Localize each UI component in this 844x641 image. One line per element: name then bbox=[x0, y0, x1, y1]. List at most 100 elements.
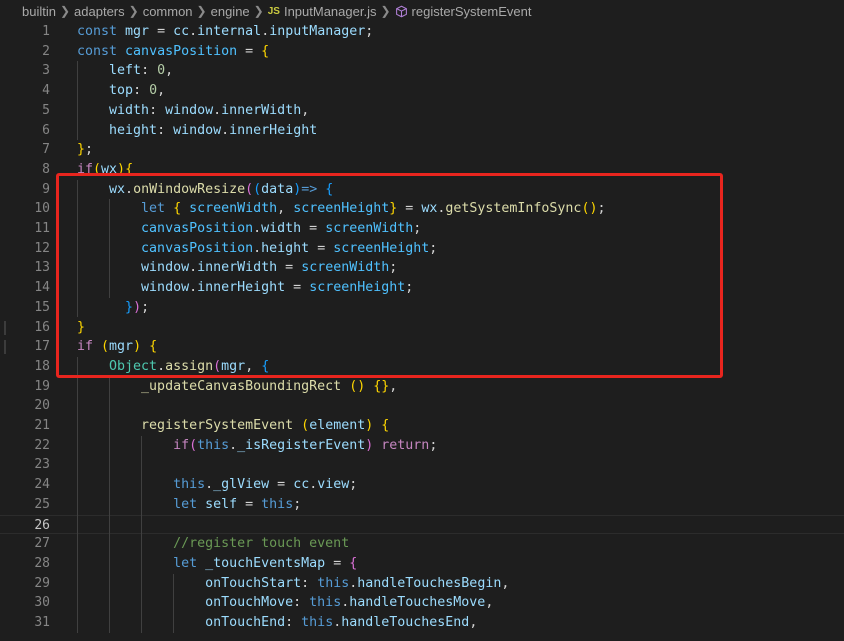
code-token: _glView bbox=[213, 477, 270, 493]
code-token: this bbox=[197, 437, 230, 453]
code-token: . bbox=[221, 122, 230, 138]
code-token: , bbox=[501, 575, 510, 591]
code-token: = bbox=[237, 43, 262, 59]
breadcrumb: builtin ❯ adapters ❯ common ❯ engine ❯ J… bbox=[0, 0, 844, 22]
code-line[interactable]: 22 if(this._isRegisterEvent) return; bbox=[0, 436, 844, 456]
code-line[interactable]: 5 width: window.innerWidth, bbox=[0, 101, 844, 121]
line-number: 3 bbox=[42, 63, 50, 79]
code-text[interactable]: if(this._isRegisterEvent) return; bbox=[77, 436, 437, 456]
line-number: 8 bbox=[42, 161, 50, 177]
code-token: this bbox=[301, 615, 334, 630]
code-text[interactable]: let self = this; bbox=[77, 495, 301, 515]
code-token: let bbox=[173, 496, 206, 512]
code-line[interactable]: 25 let self = this; bbox=[0, 495, 844, 515]
line-number: 10 bbox=[34, 201, 50, 217]
code-token: registerSystemEvent bbox=[141, 418, 294, 433]
code-line[interactable]: 4 top: 0, bbox=[0, 81, 844, 101]
code-token: : bbox=[133, 83, 150, 99]
code-token: : bbox=[285, 615, 302, 630]
code-text[interactable]: registerSystemEvent (element) { bbox=[77, 416, 389, 436]
code-line[interactable]: 20 bbox=[0, 396, 844, 416]
code-text[interactable]: width: window.innerWidth, bbox=[77, 101, 309, 121]
line-number: 2 bbox=[42, 43, 50, 59]
code-token: } bbox=[77, 142, 86, 158]
breadcrumb-item-engine[interactable]: engine bbox=[211, 4, 250, 19]
line-number: 19 bbox=[34, 378, 50, 394]
chevron-right-icon: ❯ bbox=[380, 4, 391, 18]
code-line[interactable]: 6 height: window.innerHeight bbox=[0, 121, 844, 141]
code-token: { bbox=[381, 418, 390, 433]
code-line[interactable]: 31 onTouchEnd: this.handleTouchesEnd, bbox=[0, 613, 844, 633]
code-text[interactable]: const canvasPosition = { bbox=[77, 42, 269, 62]
code-token: innerHeight bbox=[229, 122, 318, 138]
breadcrumb-item-file[interactable]: InputManager.js bbox=[284, 4, 377, 19]
code-token: let bbox=[173, 555, 206, 571]
code-token: handleTouchesEnd bbox=[341, 615, 470, 630]
code-token: this bbox=[317, 575, 350, 591]
code-editor[interactable]: 1 const mgr = cc.internal.inputManager; 2 c… bbox=[0, 22, 844, 641]
code-token: cc bbox=[293, 477, 310, 493]
code-token: : bbox=[149, 102, 166, 118]
code-token: if bbox=[173, 437, 190, 453]
breadcrumb-item-adapters[interactable]: adapters bbox=[74, 4, 125, 19]
code-line[interactable]: 19 _updateCanvasBoundingRect () {}, bbox=[0, 377, 844, 397]
code-text[interactable]: }; bbox=[77, 140, 93, 160]
code-line[interactable]: 30 onTouchMove: this.handleTouchesMove, bbox=[0, 593, 844, 613]
code-token: cc bbox=[173, 24, 190, 39]
line-number: 6 bbox=[42, 122, 50, 138]
line-number: 31 bbox=[34, 615, 50, 630]
code-token: . bbox=[213, 102, 222, 118]
code-text[interactable]: this._glView = cc.view; bbox=[77, 475, 357, 495]
code-token: = bbox=[149, 24, 174, 39]
code-line[interactable]: 29 onTouchStart: this.handleTouchesBegin… bbox=[0, 574, 844, 594]
code-token: onTouchEnd bbox=[205, 615, 286, 630]
line-number: 1 bbox=[42, 24, 50, 39]
code-text[interactable]: let _touchEventsMap = { bbox=[77, 554, 357, 574]
code-token: : bbox=[157, 122, 174, 138]
code-line[interactable]: 2 const canvasPosition = { bbox=[0, 42, 844, 62]
method-cube-icon bbox=[395, 5, 407, 17]
code-token: {} bbox=[373, 378, 390, 394]
code-token: top bbox=[109, 83, 134, 99]
code-token: ; bbox=[429, 437, 438, 453]
code-line[interactable]: 21 registerSystemEvent (element) { bbox=[0, 416, 844, 436]
code-line[interactable]: 3 left: 0, bbox=[0, 61, 844, 81]
indent-guide bbox=[173, 573, 174, 633]
code-text[interactable]: onTouchEnd: this.handleTouchesEnd, bbox=[77, 613, 477, 633]
chevron-right-icon: ❯ bbox=[59, 4, 71, 18]
code-token: _updateCanvasBoundingRect bbox=[141, 378, 342, 394]
code-line[interactable]: 23 bbox=[0, 455, 844, 475]
code-line[interactable]: 1 const mgr = cc.internal.inputManager; bbox=[0, 22, 844, 42]
code-text[interactable]: top: 0, bbox=[77, 81, 165, 101]
code-text[interactable]: onTouchMove: this.handleTouchesMove, bbox=[77, 593, 493, 613]
breadcrumb-item-builtin[interactable]: builtin bbox=[22, 4, 56, 19]
code-text[interactable]: _updateCanvasBoundingRect () {}, bbox=[77, 377, 397, 397]
code-line[interactable]: 24 this._glView = cc.view; bbox=[0, 475, 844, 495]
code-token: const bbox=[77, 24, 126, 39]
code-token: . bbox=[205, 477, 214, 493]
code-line[interactable]: 7}; bbox=[0, 140, 844, 160]
code-token: 0 bbox=[157, 63, 166, 79]
breadcrumb-item-common[interactable]: common bbox=[143, 4, 193, 19]
code-token: window bbox=[173, 122, 222, 138]
line-number: 27 bbox=[34, 536, 50, 552]
code-token: ; bbox=[349, 477, 358, 493]
code-text[interactable]: left: 0, bbox=[77, 61, 173, 81]
code-token: , bbox=[469, 615, 478, 630]
code-line[interactable]: 28 let _touchEventsMap = { bbox=[0, 554, 844, 574]
js-file-icon: JS bbox=[267, 5, 280, 17]
chevron-right-icon: ❯ bbox=[128, 4, 139, 18]
code-line[interactable]: 26 bbox=[0, 514, 844, 535]
breadcrumb-item-symbol[interactable]: registerSystemEvent bbox=[412, 4, 532, 19]
code-token: 0 bbox=[149, 83, 158, 99]
code-text[interactable]: //register touch event bbox=[77, 534, 349, 554]
code-text[interactable]: const mgr = cc.internal.inputManager; bbox=[77, 22, 373, 42]
code-line[interactable]: 27 //register touch event bbox=[0, 534, 844, 554]
code-token: ; bbox=[365, 24, 374, 39]
code-text[interactable]: height: window.innerHeight bbox=[77, 121, 317, 141]
